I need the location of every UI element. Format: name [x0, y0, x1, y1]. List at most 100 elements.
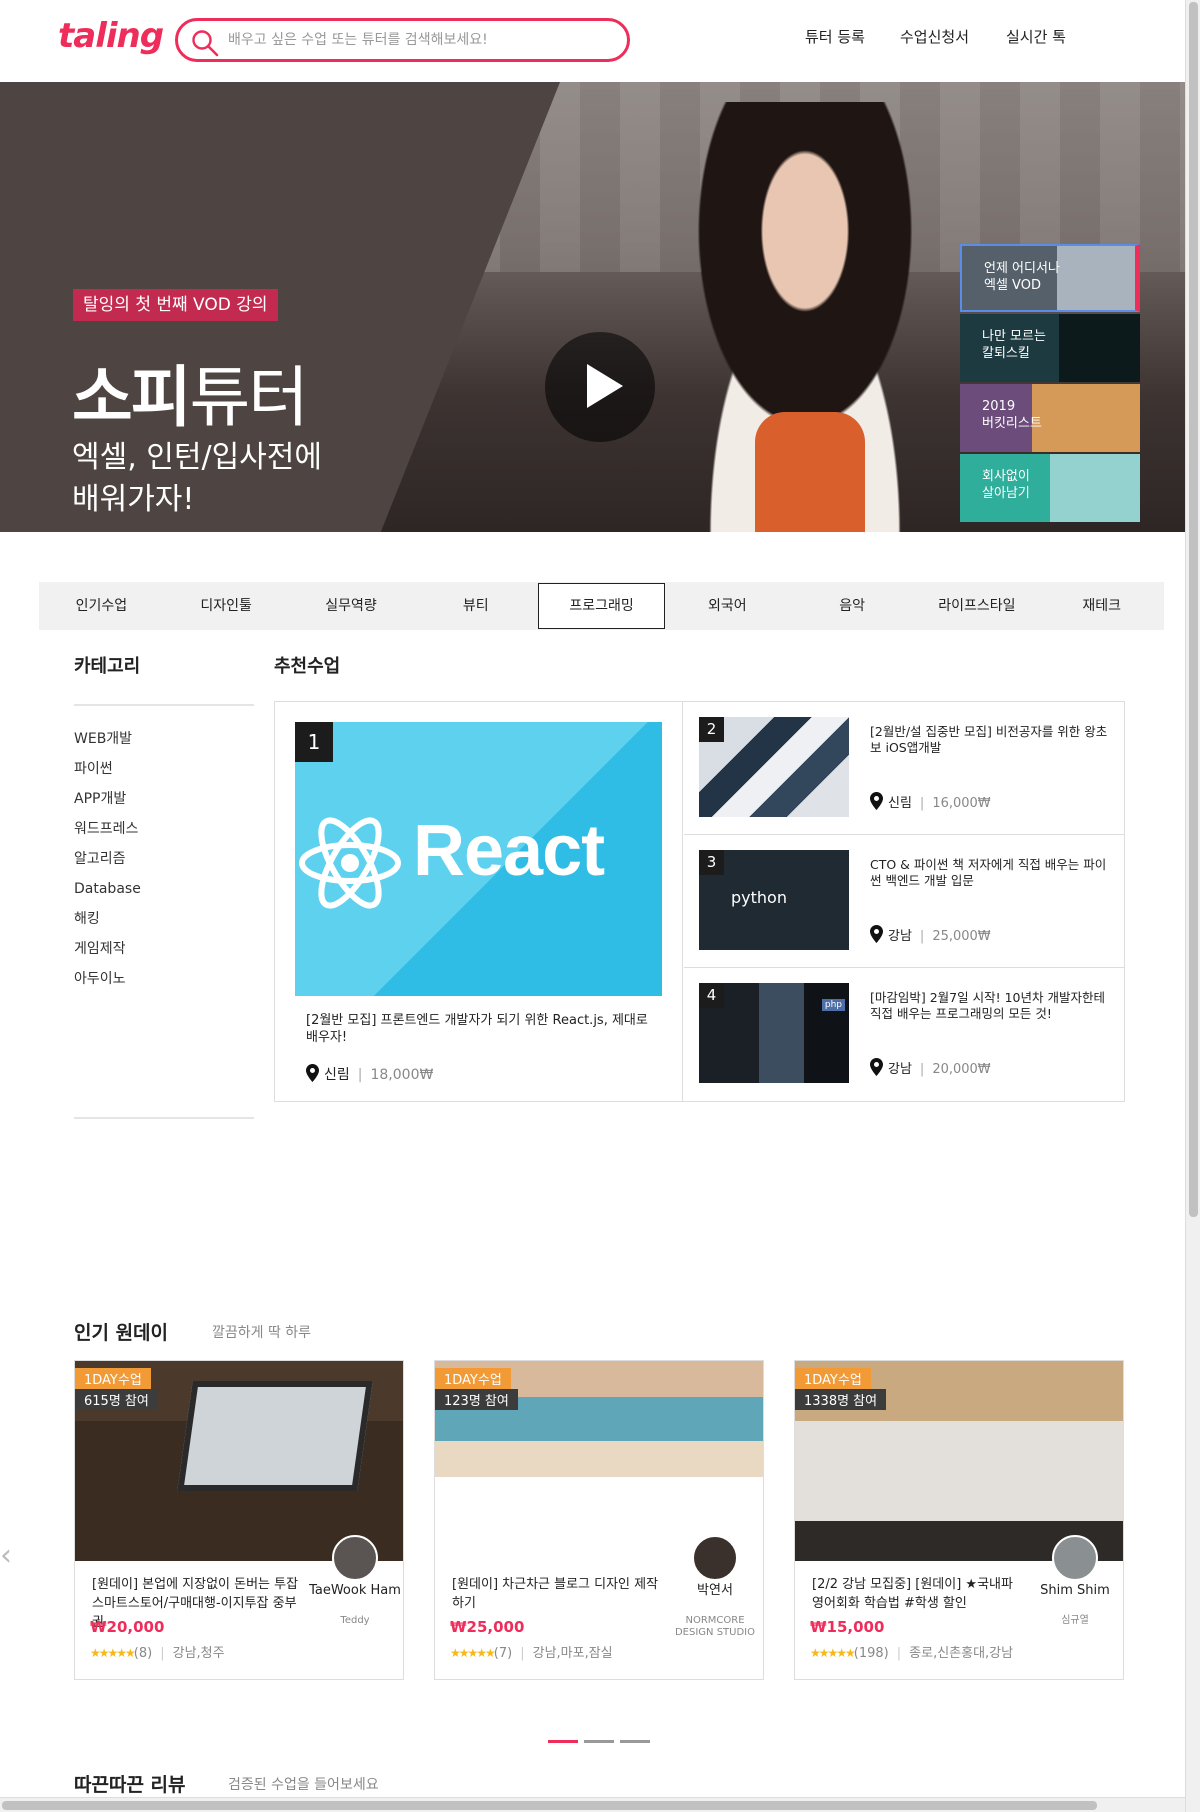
tutor-shirt	[755, 412, 865, 532]
tab-design-tools[interactable]: 디자인툴	[164, 582, 289, 630]
oneday-card[interactable]: 1DAY수업 1338명 참여 Shim Shim 심규열 [2/2 강남 모집…	[794, 1360, 1124, 1680]
scrollbar-thumb[interactable]	[1189, 2, 1198, 1217]
class-meta: ★★★★★(198) | 종로,신촌홍대,강남	[810, 1642, 1013, 1661]
class-thumbnail[interactable]: 1 React	[295, 722, 662, 996]
class-title[interactable]: [마감임박] 2월7일 시작! 10년차 개발자한테 직접 배우는 프로그래밍의…	[870, 990, 1110, 1022]
hero-badge: 탈잉의 첫 번째 VOD 강의	[73, 289, 278, 321]
class-price: ₩15,000	[810, 1618, 885, 1636]
class-meta: ★★★★★(8) | 강남,청주	[90, 1642, 225, 1661]
php-sticker: php	[821, 999, 845, 1011]
separator: |	[919, 929, 925, 944]
hero-thumbnail-list: 언제 어디서나 엑셀 VOD 나만 모르는 칼퇴스킬 2019 버킷리스트 회사…	[960, 244, 1140, 524]
tab-programming[interactable]: 프로그래밍	[538, 583, 665, 629]
nav-live-talk[interactable]: 실시간 톡	[1006, 26, 1066, 47]
sidebar-item-web[interactable]: WEB개발	[74, 724, 254, 754]
hero-thumb-label: 회사없이 살아남기	[982, 469, 1030, 501]
hero-thumb-bucketlist[interactable]: 2019 버킷리스트	[960, 384, 1140, 452]
nav-tutor-register[interactable]: 튜터 등록	[805, 26, 865, 47]
sidebar-item-app[interactable]: APP개발	[74, 784, 254, 814]
carousel-dot[interactable]	[584, 1740, 614, 1743]
search-icon[interactable]	[190, 28, 220, 58]
tab-beauty[interactable]: 뷰티	[413, 582, 538, 630]
sidebar-item-arduino[interactable]: 아두이노	[74, 964, 254, 994]
review-section-title: 따끈따끈 리뷰	[74, 1774, 186, 1796]
carousel-pagination	[548, 1740, 650, 1743]
carousel-prev-arrow-icon[interactable]: ‹	[0, 1538, 12, 1573]
class-title[interactable]: [2월반 모집] 프론트엔드 개발자가 되기 위한 React.js, 제대로 …	[306, 1012, 656, 1046]
separator: |	[160, 1646, 165, 1661]
rank-badge: 4	[699, 983, 724, 1008]
recommended-card-2[interactable]: 2 [2월반/설 집중반 모집] 비전공자를 위한 왕초보 iOS앱개발 신림 |…	[684, 702, 1125, 835]
popular-oneday-subtitle: 깔끔하게 딱 하루	[212, 1325, 312, 1341]
carousel-dot-active[interactable]	[548, 1740, 578, 1743]
search-bar[interactable]	[175, 18, 630, 62]
python-wordmark: python	[731, 888, 787, 907]
hero-title-bold: 소피	[72, 359, 191, 436]
class-title[interactable]: [2/2 강남 모집중] [원데이] ★국내파 영어회화 학습법 #학생 할인	[812, 1575, 1022, 1613]
tutor-name: TaeWook Ham	[309, 1583, 401, 1598]
hero-banner[interactable]: 탈잉의 첫 번째 VOD 강의 소피튜터 엑셀, 인턴/입사전에 배워가자! 언…	[0, 82, 1185, 532]
sidebar-item-hacking[interactable]: 해킹	[74, 904, 254, 934]
participants-badge: 615명 참여	[75, 1389, 158, 1410]
sidebar-item-gamedev[interactable]: 게임제작	[74, 934, 254, 964]
play-button-icon[interactable]	[545, 332, 655, 442]
sidebar-item-wordpress[interactable]: 워드프레스	[74, 814, 254, 844]
sidebar-item-algorithm[interactable]: 알고리즘	[74, 844, 254, 874]
popular-oneday-title: 인기 원데이	[74, 1322, 169, 1344]
participants-badge: 123명 참여	[435, 1389, 518, 1410]
class-price: ₩20,000	[90, 1618, 165, 1636]
tab-popular[interactable]: 인기수업	[39, 582, 164, 630]
recommended-card-3[interactable]: 3 python CTO & 파이썬 책 저자에게 직접 배우는 파이썬 백엔드…	[684, 835, 1125, 968]
horizontal-scrollbar[interactable]	[0, 1797, 1185, 1812]
class-thumbnail[interactable]: 4 php	[699, 983, 849, 1083]
category-tabs: 인기수업 디자인툴 실무역량 뷰티 프로그래밍 외국어 음악 라이프스타일 재테…	[39, 582, 1164, 630]
hero-thumb-label: 언제 어디서나 엑셀 VOD	[984, 261, 1060, 293]
location-pin-icon	[306, 1064, 319, 1082]
hero-thumb-survive[interactable]: 회사없이 살아남기	[960, 454, 1140, 522]
tab-lifestyle[interactable]: 라이프스타일	[914, 582, 1039, 630]
recommended-card-4[interactable]: 4 php [마감임박] 2월7일 시작! 10년차 개발자한테 직접 배우는 …	[684, 968, 1125, 1101]
class-price: 25,000₩	[932, 929, 991, 944]
tutor-avatar[interactable]	[1052, 1535, 1098, 1581]
recommended-card-1[interactable]: 1 React [2월반 모집] 프론트엔드 개발자가 되기 위한 React.…	[275, 702, 683, 1101]
class-title[interactable]: [원데이] 차근차근 블로그 디자인 제작하기	[452, 1575, 662, 1613]
sidebar-item-database[interactable]: Database	[74, 874, 254, 904]
location-name: 강남	[888, 1062, 912, 1077]
separator: |	[919, 1062, 925, 1077]
tutor-avatar[interactable]	[692, 1535, 738, 1581]
review-count: (8)	[133, 1646, 153, 1661]
tab-music[interactable]: 음악	[790, 582, 915, 630]
location-pin-icon	[870, 792, 883, 810]
rank-badge: 2	[699, 717, 724, 742]
sidebar-list: WEB개발 파이썬 APP개발 워드프레스 알고리즘 Database 해킹 게…	[74, 706, 254, 994]
nav-class-request[interactable]: 수업신청서	[900, 26, 969, 47]
review-count: (198)	[853, 1646, 889, 1661]
class-title[interactable]: [2월반/설 집중반 모집] 비전공자를 위한 왕초보 iOS앱개발	[870, 724, 1110, 756]
separator: |	[357, 1067, 363, 1083]
tutor-name: Shim Shim	[1040, 1583, 1110, 1598]
hero-subtitle: 엑셀, 인턴/입사전에 배워가자!	[72, 440, 322, 517]
taling-logo[interactable]: taling	[58, 16, 164, 56]
oneday-card[interactable]: 1DAY수업 615명 참여 TaeWook Ham Teddy [원데이] 본…	[74, 1360, 404, 1680]
hero-thumb-kaltoe-skill[interactable]: 나만 모르는 칼퇴스킬	[960, 314, 1140, 382]
class-location: 신림 | 16,000₩	[870, 792, 991, 811]
vertical-scrollbar[interactable]	[1185, 0, 1200, 1812]
tab-practical-skills[interactable]: 실무역량	[289, 582, 414, 630]
rank-badge: 3	[699, 850, 724, 875]
oneday-card[interactable]: 1DAY수업 123명 참여 박연서 NORMCORE DESIGN STUDI…	[434, 1360, 764, 1680]
tab-language[interactable]: 외국어	[665, 582, 790, 630]
scrollbar-thumb[interactable]	[2, 1801, 1097, 1810]
class-thumbnail[interactable]: 2	[699, 717, 849, 817]
hero-thumb-excel-vod[interactable]: 언제 어디서나 엑셀 VOD	[960, 244, 1140, 312]
class-title[interactable]: CTO & 파이썬 책 저자에게 직접 배우는 파이썬 백엔드 개발 입문	[870, 857, 1110, 889]
laptop-image	[177, 1381, 373, 1491]
tutor-avatar[interactable]	[332, 1535, 378, 1581]
sidebar-item-python[interactable]: 파이썬	[74, 754, 254, 784]
page: taling 튜터 등록 수업신청서 실시간 톡 탈잉의 첫 번째 VOD 강의…	[0, 0, 1200, 1812]
search-input[interactable]	[228, 29, 608, 51]
tab-finance[interactable]: 재테크	[1039, 582, 1164, 630]
tutor-nickname: Teddy	[340, 1615, 370, 1626]
class-price: ₩25,000	[450, 1618, 525, 1636]
class-thumbnail[interactable]: 3 python	[699, 850, 849, 950]
carousel-dot[interactable]	[620, 1740, 650, 1743]
